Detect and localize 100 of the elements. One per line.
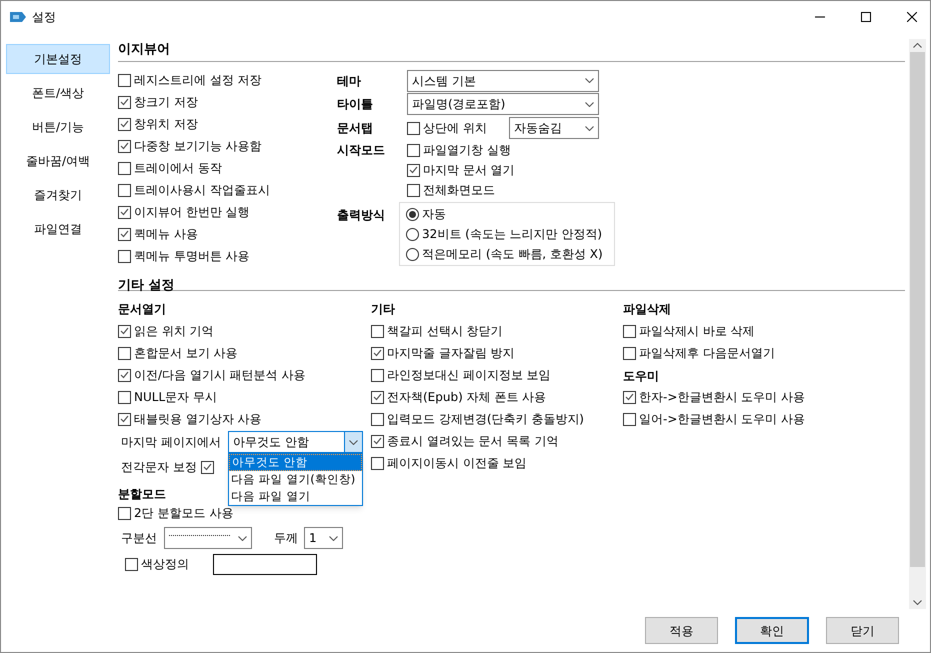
dropdown-option[interactable]: 다음 파일 열기 [229, 488, 362, 505]
maximize-icon[interactable] [861, 12, 871, 22]
field-label: 출력방식 [337, 207, 386, 224]
checkbox-label: NULL문자 무시 [134, 389, 217, 406]
checkbox[interactable] [118, 390, 131, 404]
radio-button[interactable] [406, 228, 419, 240]
checkbox[interactable] [118, 324, 131, 338]
checkbox[interactable] [371, 324, 384, 338]
dialog-button[interactable]: 닫기 [826, 617, 899, 644]
chevron-down-icon [328, 536, 338, 540]
checkbox-label: 이전/다음 열기시 패턴분석 사용 [134, 367, 306, 384]
checkbox[interactable] [371, 368, 384, 382]
dotted-line-preview [169, 534, 230, 536]
check-icon [120, 98, 129, 106]
checkbox-label: 창크기 저장 [134, 94, 198, 111]
field-label: 구분선 [121, 530, 158, 547]
check-icon [120, 142, 129, 150]
checkbox[interactable] [118, 184, 131, 196]
checkbox[interactable] [407, 122, 420, 134]
checkbox[interactable] [371, 346, 384, 360]
checkbox[interactable] [371, 390, 384, 404]
field-label: 마지막 페이지에서 [121, 434, 222, 451]
checkbox-label: 퀵메뉴 사용 [134, 226, 198, 243]
checkbox[interactable] [118, 118, 131, 130]
checkbox[interactable] [118, 412, 131, 426]
dropdown[interactable]: 자동숨김 [509, 117, 599, 139]
checkbox[interactable] [118, 96, 131, 108]
checkbox-label: 트레이에서 동작 [134, 160, 222, 177]
sidebar-item[interactable]: 즐겨찾기 [6, 180, 110, 210]
sidebar-item[interactable]: 폰트/색상 [6, 78, 110, 108]
section-heading: 분할모드 [118, 486, 166, 503]
checkbox[interactable] [118, 162, 131, 174]
dropdown-option[interactable]: 아무것도 안함 [229, 454, 362, 471]
check-icon [120, 415, 129, 423]
check-icon [373, 393, 382, 401]
checkbox-label: 혼합문서 보기 사용 [134, 345, 238, 362]
field-label: 전각문자 보정 [121, 459, 197, 476]
section-heading: 문서열기 [118, 301, 166, 318]
checkbox-label: 파일삭제후 다음문서열기 [639, 345, 775, 362]
field-label: 타이틀 [337, 96, 374, 113]
checkbox[interactable] [118, 228, 131, 240]
color-field[interactable] [213, 554, 317, 574]
checkbox[interactable] [623, 346, 636, 360]
checkbox[interactable] [623, 412, 636, 426]
dropdown[interactable]: 시스템 기본 [407, 70, 599, 92]
line-style-dropdown[interactable] [164, 527, 252, 549]
checkbox[interactable] [118, 368, 131, 382]
window-title: 설정 [32, 8, 56, 26]
checkbox[interactable] [118, 140, 131, 152]
checkbox[interactable] [407, 144, 420, 156]
dropdown[interactable]: 1 [304, 527, 343, 549]
radio-button[interactable] [406, 208, 419, 220]
checkbox[interactable] [371, 412, 384, 426]
radio-button[interactable] [406, 248, 419, 260]
checkbox[interactable] [118, 250, 131, 262]
checkbox-label: 태블릿용 열기상자 사용 [134, 411, 262, 428]
checkbox-label: 마지막 문서 열기 [423, 162, 515, 179]
field-label: 두께 [274, 530, 299, 547]
dialog-button[interactable]: 확인 [735, 617, 809, 644]
radio-label: 적은메모리 (속도 빠름, 호환성 X) [422, 246, 603, 263]
scrollbar-thumb[interactable] [910, 52, 925, 567]
checkbox[interactable] [118, 74, 131, 86]
check-icon [120, 371, 129, 379]
dropdown-option[interactable]: 다음 파일 열기(확인창) [229, 471, 362, 488]
scroll-up-icon[interactable] [913, 43, 922, 48]
checkbox[interactable] [623, 324, 636, 338]
checkbox-label: 한자->한글변환시 도우미 사용 [639, 389, 806, 406]
checkbox-label: 입력모드 강제변경(단축키 충돌방지) [387, 411, 584, 428]
checkbox-label: 레지스트리에 설정 저장 [134, 72, 262, 89]
checkbox[interactable] [623, 390, 636, 404]
checkbox[interactable] [200, 460, 214, 474]
checkbox[interactable] [125, 558, 138, 570]
checkbox[interactable] [407, 184, 420, 196]
sidebar-item[interactable]: 버튼/기능 [6, 112, 110, 142]
scroll-down-icon[interactable] [913, 600, 922, 605]
dropdown[interactable]: 파일명(경로포함) [407, 93, 599, 115]
close-icon[interactable] [907, 12, 917, 22]
checkbox[interactable] [118, 506, 131, 520]
checkbox-label: 상단에 위치 [423, 120, 487, 137]
chevron-down-icon [584, 126, 594, 130]
check-icon [373, 437, 382, 445]
chevron-down-icon [584, 78, 594, 83]
sidebar-item[interactable]: 줄바꿈/여백 [6, 146, 110, 176]
checkbox[interactable] [118, 346, 131, 360]
checkbox-label: 2단 분할모드 사용 [134, 505, 234, 522]
checkbox[interactable] [371, 456, 384, 470]
checkbox-label: 이지뷰어 한번만 실행 [134, 204, 250, 221]
sidebar-item[interactable]: 기본설정 [6, 44, 110, 74]
checkbox-label: 다중창 보기기능 사용함 [134, 138, 262, 155]
checkbox-label: 일어->한글변환시 도우미 사용 [639, 411, 806, 428]
scrollbar[interactable] [909, 39, 926, 609]
sidebar-item[interactable]: 파일연결 [6, 214, 110, 244]
dialog-button[interactable]: 적용 [645, 617, 718, 644]
check-icon [202, 463, 212, 471]
dropdown[interactable]: 아무것도 안함 [228, 431, 363, 453]
check-icon [373, 349, 382, 357]
checkbox-label: 페이지이동시 이전줄 보임 [387, 455, 527, 472]
checkbox[interactable] [407, 164, 420, 176]
checkbox[interactable] [371, 434, 384, 448]
checkbox[interactable] [118, 206, 131, 218]
